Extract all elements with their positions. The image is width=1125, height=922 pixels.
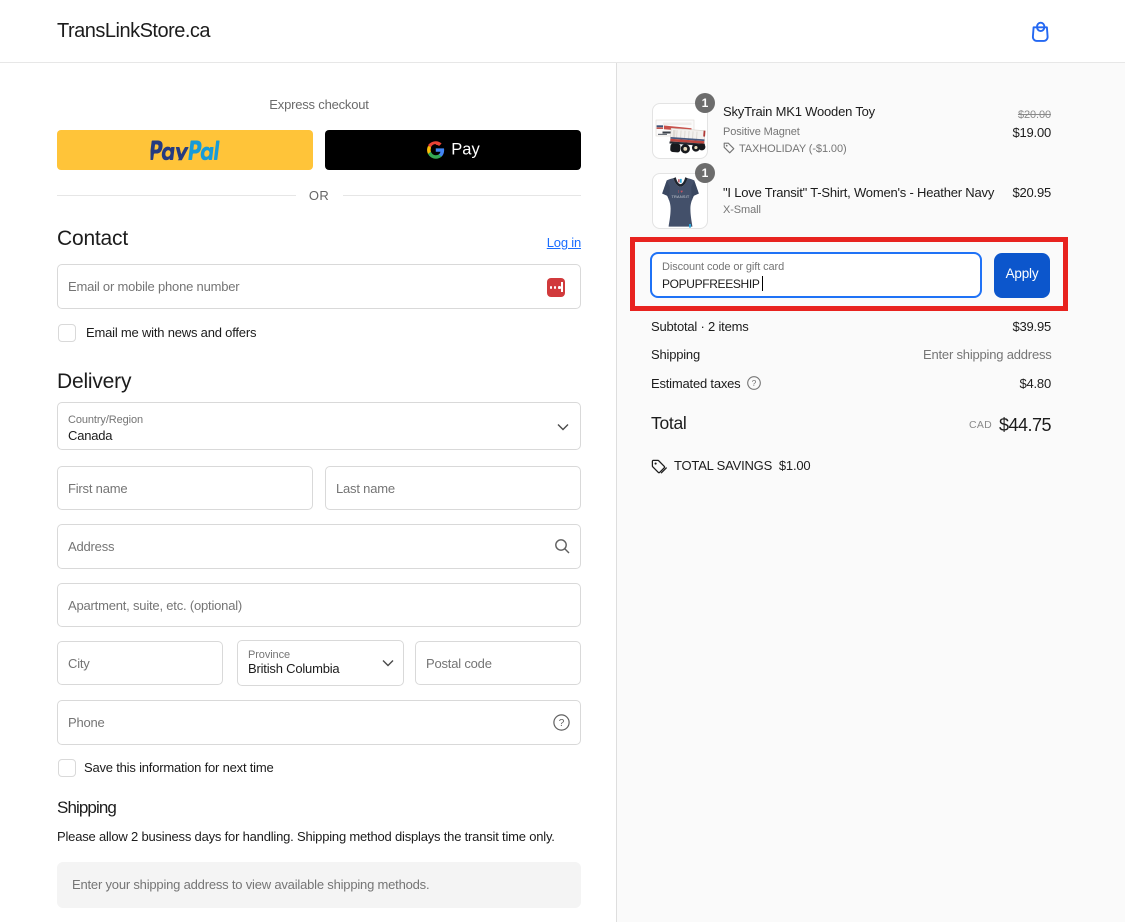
svg-text:TRANSIT: TRANSIT bbox=[671, 194, 689, 199]
svg-text:?: ? bbox=[752, 378, 757, 388]
svg-text:?: ? bbox=[559, 718, 565, 729]
